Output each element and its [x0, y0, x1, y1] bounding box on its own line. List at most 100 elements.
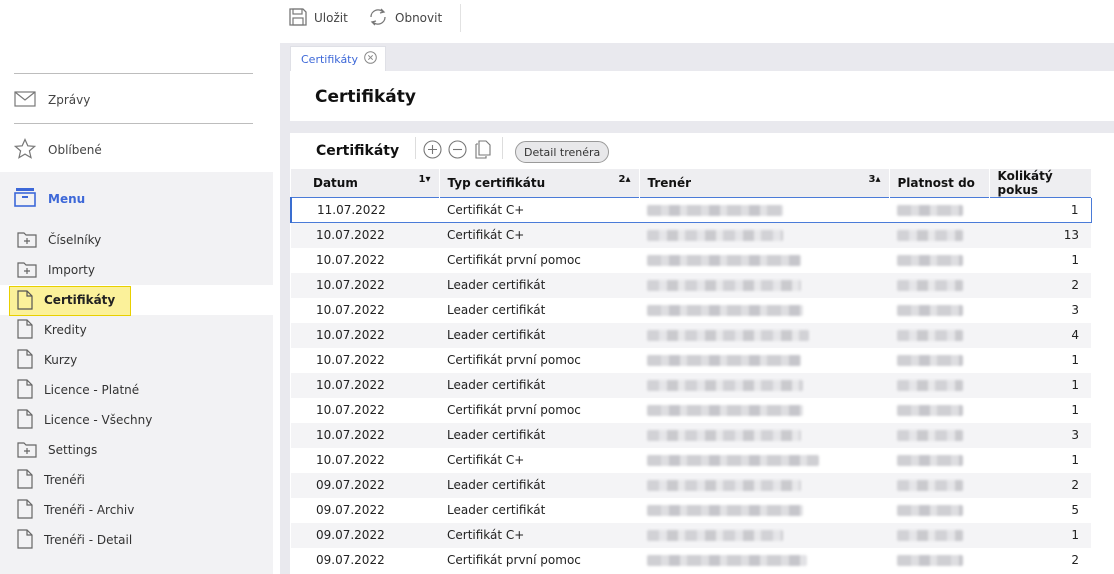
table-row[interactable]: 09.07.2022 Leader certifikát 2: [291, 472, 1091, 498]
cell-date: 10.07.2022: [316, 453, 385, 467]
sidebar-item-licence-platne[interactable]: Licence - Platné: [0, 375, 273, 405]
column-header-trener[interactable]: Trenér 3▴: [639, 169, 890, 198]
sidebar-item-label: Settings: [48, 443, 98, 457]
sidebar-divider: [14, 73, 253, 74]
cell-attempt: 3: [989, 422, 1091, 448]
cell-date: 09.07.2022: [316, 553, 385, 567]
table-row[interactable]: 09.07.2022 Certifikát C+ 1: [291, 522, 1091, 548]
sidebar-item-licence-vsechny[interactable]: Licence - Všechny: [0, 405, 273, 435]
cell-attempt: 2: [989, 472, 1091, 498]
cell-date: 10.07.2022: [291, 272, 439, 298]
cell-type: Certifikát C+: [439, 522, 639, 548]
cell-trainer-redacted: [639, 448, 889, 473]
cell-valid-until-redacted: [889, 422, 989, 448]
cell-trainer-redacted: [639, 272, 889, 298]
cell-type: Leader certifikát: [439, 272, 639, 298]
cell-type: Certifikát první pomoc: [447, 553, 581, 567]
sidebar-item-settings[interactable]: Settings: [0, 435, 273, 465]
cell-attempt: 1: [989, 522, 1091, 548]
cell-valid-until-redacted: [889, 398, 989, 423]
table-row[interactable]: 10.07.2022 Leader certifikát 3: [291, 422, 1091, 448]
sidebar-item-ciselniky[interactable]: Číselníky: [0, 225, 273, 255]
table-row[interactable]: 11.07.2022 Certifikát C+ 1: [290, 197, 1092, 223]
detail-trenera-button[interactable]: Detail trenéra: [515, 141, 610, 163]
table-row[interactable]: 10.07.2022 Leader certifikát 4: [291, 322, 1091, 348]
cell-type: Leader certifikát: [447, 303, 546, 317]
panel-divider: [415, 137, 416, 159]
sidebar-item-treneri-detail[interactable]: Trenéři - Detail: [0, 525, 273, 555]
sidebar-item-label: Kurzy: [44, 353, 78, 367]
cell-attempt: 2: [1071, 553, 1079, 567]
sidebar-item-favorites[interactable]: Oblíbené: [13, 137, 102, 162]
cell-attempt: 13: [989, 222, 1091, 248]
sidebar-item-label: Trenéři - Detail: [44, 533, 133, 547]
table-row[interactable]: 10.07.2022 Leader certifikát 3: [291, 298, 1091, 323]
panel-divider: [502, 137, 503, 159]
menu-label: Menu: [48, 191, 86, 206]
save-button[interactable]: Uložit: [288, 4, 348, 32]
cell-valid-until-redacted: [889, 548, 989, 573]
cell-trainer-redacted: [639, 372, 889, 398]
page-header: Certifikáty: [290, 71, 1114, 121]
tab-certifikaty[interactable]: Certifikáty: [290, 46, 387, 71]
table-row[interactable]: 09.07.2022 Certifikát první pomoc 2: [291, 548, 1091, 573]
column-header-pokus[interactable]: Kolikátý pokus: [989, 169, 1092, 198]
table-row[interactable]: 10.07.2022 Leader certifikát 1: [291, 372, 1091, 398]
sidebar-item-messages[interactable]: Zprávy: [14, 88, 90, 112]
sidebar-item-label: Kredity: [44, 323, 87, 337]
sidebar: Zprávy Oblíbené Menu Číselníky Importy C…: [0, 0, 273, 574]
table-header-row: Datum 1▾ Typ certifikátu 2▴ Trenér 3▴ Platn…: [291, 169, 1092, 198]
panel-header: Certifikáty Detail trenéra: [290, 133, 1114, 169]
cell-valid-until-redacted: [889, 498, 989, 523]
sidebar-item-label: Číselníky: [48, 233, 102, 247]
table-row[interactable]: 10.07.2022 Certifikát C+ 1: [291, 448, 1091, 473]
sidebar-item-importy[interactable]: Importy: [0, 255, 273, 285]
menu-header[interactable]: Menu: [14, 187, 85, 210]
sidebar-item-treneri[interactable]: Trenéři: [0, 465, 273, 495]
cell-valid-until-redacted: [889, 472, 989, 498]
cell-attempt: 1: [1071, 403, 1079, 417]
remove-icon[interactable]: [448, 140, 467, 162]
cell-trainer-redacted: [639, 522, 889, 548]
cell-type: Leader certifikát: [439, 422, 639, 448]
sort-indicator: 3▴: [868, 174, 881, 185]
table-row[interactable]: 10.07.2022 Leader certifikát 2: [291, 272, 1091, 298]
toolbar-divider: [460, 4, 461, 32]
cell-valid-until-redacted: [889, 222, 989, 248]
column-header-platnost[interactable]: Platnost do: [889, 169, 990, 198]
sort-indicator: 1▾: [418, 174, 431, 185]
table-row[interactable]: 09.07.2022 Leader certifikát 5: [291, 498, 1091, 523]
document-icon: [17, 318, 44, 342]
document-icon: [17, 290, 33, 310]
sidebar-item-label: Licence - Všechny: [44, 413, 153, 427]
cell-valid-until-redacted: [889, 322, 989, 348]
column-header-datum[interactable]: Datum 1▾: [291, 169, 440, 198]
sidebar-item-kredity[interactable]: Kredity: [0, 315, 273, 345]
cell-type: Certifikát C+: [439, 222, 639, 248]
cell-trainer-redacted: [639, 197, 889, 223]
folder-plus-icon: [17, 260, 48, 281]
cell-date: 10.07.2022: [316, 253, 385, 267]
table-row[interactable]: 10.07.2022 Certifikát C+ 13: [291, 222, 1091, 248]
document-icon: [17, 408, 44, 432]
cell-date: 10.07.2022: [316, 353, 385, 367]
add-icon[interactable]: [423, 140, 442, 162]
sidebar-item-treneri-archiv[interactable]: Trenéři - Archiv: [0, 495, 273, 525]
cell-attempt: 1: [1071, 353, 1079, 367]
sidebar-divider: [14, 123, 253, 124]
sidebar-item-kurzy[interactable]: Kurzy: [0, 345, 273, 375]
copy-icon[interactable]: [473, 140, 492, 162]
table-row[interactable]: 10.07.2022 Certifikát první pomoc 1: [291, 398, 1091, 423]
close-icon[interactable]: [364, 51, 377, 67]
reload-button[interactable]: Obnovit: [367, 4, 442, 32]
sidebar-item-label: Zprávy: [48, 93, 91, 107]
sidebar-item-certifikaty[interactable]: Certifikáty: [0, 285, 273, 316]
main-content: Certifikáty Certifikáty Certifikáty Deta…: [280, 43, 1114, 574]
column-header-typ[interactable]: Typ certifikátu 2▴: [439, 169, 640, 198]
document-icon: [17, 468, 44, 492]
table-row[interactable]: 10.07.2022 Certifikát první pomoc 1: [291, 348, 1091, 373]
cell-date: 09.07.2022: [291, 472, 439, 498]
cell-date: 11.07.2022: [290, 197, 439, 223]
table-row[interactable]: 10.07.2022 Certifikát první pomoc 1: [291, 248, 1091, 273]
cell-attempt: 5: [1071, 503, 1079, 517]
